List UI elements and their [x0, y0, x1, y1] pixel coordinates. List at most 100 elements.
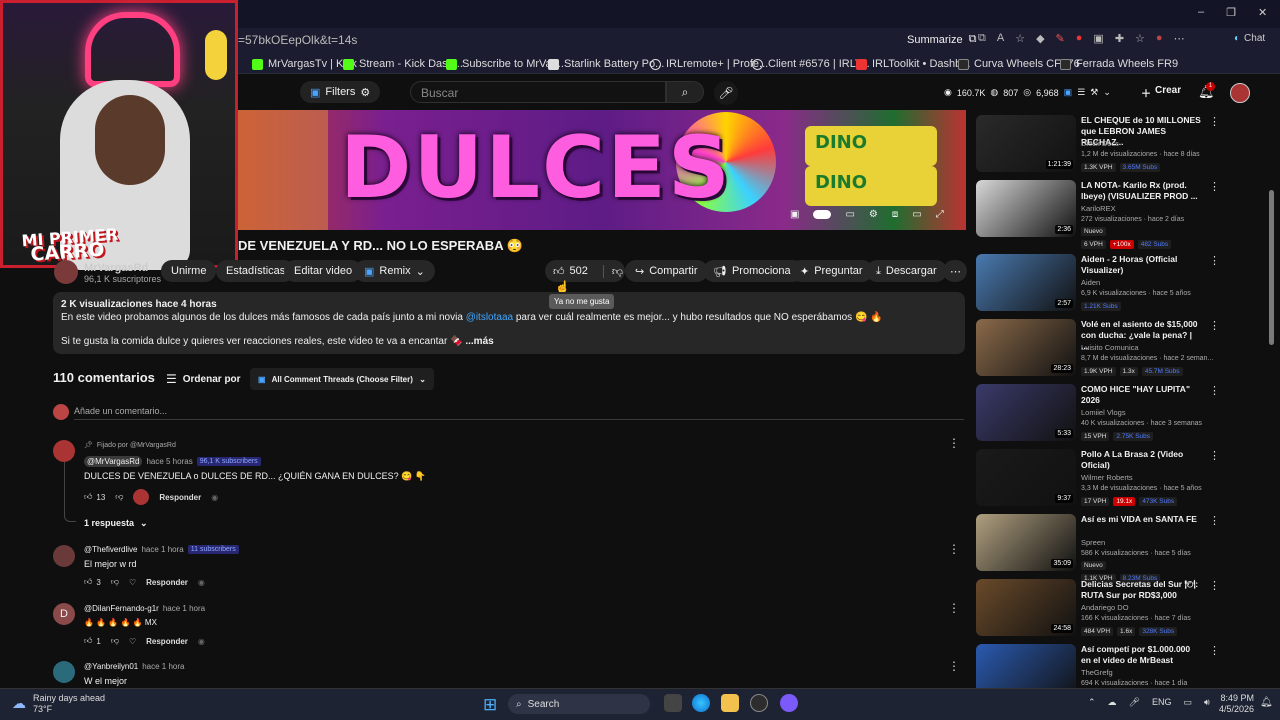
video-menu-icon[interactable]: ⋮	[1209, 449, 1220, 462]
video-thumbnail[interactable]: 9:37	[976, 449, 1076, 506]
channel-name[interactable]: Wilmer Roberts	[1081, 473, 1133, 482]
comment-time[interactable]: hace 1 hora	[163, 604, 205, 613]
channel-name[interactable]: KariloREX	[1081, 204, 1116, 213]
edge-icon[interactable]	[692, 694, 710, 712]
sort-button[interactable]: ☰ Ordenar por	[166, 372, 241, 386]
filters-button[interactable]: ▣ Filters ⚙	[300, 81, 381, 103]
dislike-icon[interactable]: 👎︎	[111, 577, 119, 587]
read-icon[interactable]: A	[997, 32, 1004, 45]
iq-icon[interactable]: ◉	[198, 578, 205, 587]
reply-button[interactable]: Responder	[146, 637, 188, 646]
settings-icon[interactable]: ⚙	[869, 209, 878, 220]
mention-link[interactable]: @itslotaaa	[466, 312, 513, 323]
obs-icon[interactable]	[750, 694, 768, 712]
show-more-link[interactable]: ...más	[465, 336, 493, 347]
recommended-video[interactable]: 24:58 Delicias Secretas del Sur 🍽: RUTA S…	[976, 579, 1220, 639]
channel-name[interactable]: Luisito Comunica	[1081, 343, 1139, 352]
extension-red-icon[interactable]: ●	[1076, 32, 1083, 45]
scrollbar[interactable]	[1269, 190, 1274, 345]
dislike-icon[interactable]: 👎︎	[602, 264, 623, 278]
miniplayer-icon[interactable]: ⧈	[892, 209, 898, 220]
search-button[interactable]: ⌕	[666, 81, 704, 103]
video-thumbnail[interactable]: 2:57	[976, 254, 1076, 311]
fullscreen-icon[interactable]: ⤢	[936, 209, 944, 220]
extension-diamond-icon[interactable]: ◆	[1036, 32, 1044, 45]
star-icon[interactable]: ☆	[1015, 32, 1025, 45]
comment-avatar[interactable]	[53, 661, 75, 683]
recommended-video[interactable]: 2:57 Aiden - 2 Horas (Official Visualizer…	[976, 254, 1220, 314]
search-input[interactable]: Buscar	[410, 81, 666, 103]
video-menu-icon[interactable]: ⋮	[1209, 644, 1220, 657]
tools-icon[interactable]: ⚒	[1090, 87, 1098, 98]
file-explorer-icon[interactable]	[721, 694, 739, 712]
dislike-icon[interactable]: 👎︎	[115, 492, 123, 502]
reply-button[interactable]: Responder	[146, 578, 188, 587]
video-title[interactable]: COMO HICE "HAY LUPITA" 2026	[1081, 384, 1201, 406]
channel-name[interactable]: Lomiiel Vlogs	[1081, 408, 1126, 417]
comment-menu-icon[interactable]: ⋮	[948, 436, 960, 450]
video-menu-icon[interactable]: ⋮	[1209, 384, 1220, 397]
iq-icon[interactable]: ▣	[790, 209, 799, 220]
cloud-icon[interactable]: ☁	[1108, 697, 1117, 708]
like-icon[interactable]: 👍︎	[84, 577, 92, 587]
iq-icon[interactable]: ◉	[211, 493, 218, 502]
close-icon[interactable]: ✕	[1258, 6, 1267, 19]
video-thumbnail[interactable]: 28:23	[976, 319, 1076, 376]
comment-time[interactable]: hace 5 horas	[146, 457, 192, 466]
recommended-video[interactable]: 1:21:39 EL CHEQUE de 10 MILLONES que LEBR…	[976, 115, 1220, 175]
channel-name[interactable]: TheGrefg	[1081, 668, 1113, 677]
url-text[interactable]: =57bkOEepOlk&t=14s	[238, 33, 357, 47]
taskbar-search[interactable]: ⌕ Search	[508, 694, 650, 714]
heart-icon[interactable]: ♡	[129, 578, 136, 587]
network-icon[interactable]: ▭	[1184, 697, 1193, 708]
channel-avatar[interactable]	[54, 260, 78, 284]
bookmark-item[interactable]: Starlink Battery Po...	[548, 58, 664, 70]
account-avatar[interactable]	[1230, 83, 1250, 103]
more-icon[interactable]: ⋯	[1174, 32, 1185, 45]
video-menu-icon[interactable]: ⋮	[1209, 254, 1220, 267]
voice-search-button[interactable]: 🎤︎	[714, 81, 738, 105]
bookmark-item[interactable]: Stream - Kick Dash...	[343, 58, 463, 70]
more-actions-button[interactable]: ⋯	[943, 260, 967, 282]
iq-icon[interactable]: ◉	[198, 637, 205, 646]
video-thumbnail[interactable]: 35:09	[976, 514, 1076, 571]
video-title[interactable]: Aiden - 2 Horas (Official Visualizer)	[1081, 254, 1201, 276]
volume-icon[interactable]: 🔊︎	[1204, 697, 1210, 708]
ask-button[interactable]: ✦ Preguntar	[790, 260, 873, 282]
comment-time[interactable]: hace 1 hora	[142, 662, 184, 671]
comment-threads-select[interactable]: ▣ All Comment Threads (Choose Filter) ⌄	[250, 368, 434, 390]
video-menu-icon[interactable]: ⋮	[1209, 115, 1220, 128]
video-thumbnail[interactable]: 1:21:39	[976, 115, 1076, 172]
comment-menu-icon[interactable]: ⋮	[948, 659, 960, 673]
reply-button[interactable]: Responder	[159, 493, 201, 502]
favorites-icon[interactable]: ☆	[1135, 32, 1145, 45]
video-menu-icon[interactable]: ⋮	[1209, 514, 1220, 527]
comment-avatar[interactable]	[53, 545, 75, 567]
windows-start-icon[interactable]: ⊞	[483, 695, 497, 715]
video-menu-icon[interactable]: ⋮	[1209, 579, 1220, 592]
video-title[interactable]: Así es mi VIDA en SANTA FE	[1081, 514, 1201, 525]
dislike-icon[interactable]: 👎︎	[111, 636, 119, 646]
profile-icon[interactable]: ●	[1156, 32, 1163, 45]
list-icon[interactable]: ☰	[1077, 87, 1085, 98]
subtitles-icon[interactable]: ▭	[845, 209, 854, 220]
language-indicator[interactable]: ENG	[1152, 697, 1172, 708]
discord-icon[interactable]	[780, 694, 798, 712]
clock[interactable]: 8:49 PM 4/5/2026	[1219, 693, 1254, 715]
like-icon[interactable]: 👍︎	[553, 265, 565, 278]
share-button[interactable]: ↪ Compartir	[625, 260, 708, 282]
comment-author[interactable]: @Thefiverdlive	[84, 545, 137, 554]
comment-menu-icon[interactable]: ⋮	[948, 542, 960, 556]
extension-box-icon[interactable]: ▣	[1093, 32, 1103, 45]
channel-name[interactable]: Spreen	[1081, 538, 1105, 547]
extension-pen-icon[interactable]: ✎	[1056, 32, 1065, 45]
comment-avatar[interactable]: D	[53, 603, 75, 625]
minimize-icon[interactable]: –	[1198, 6, 1204, 19]
channel-name[interactable]: Aiden	[1081, 278, 1100, 287]
replies-toggle[interactable]: 1 respuesta ⌄	[84, 518, 148, 529]
comment-menu-icon[interactable]: ⋮	[948, 601, 960, 615]
add-comment-input[interactable]: Añade un comentario...	[74, 406, 964, 420]
bookmark-item[interactable]: Client #6576 | IRLT...	[752, 58, 870, 70]
like-icon[interactable]: 👍︎	[84, 492, 92, 502]
video-menu-icon[interactable]: ⋮	[1209, 319, 1220, 332]
